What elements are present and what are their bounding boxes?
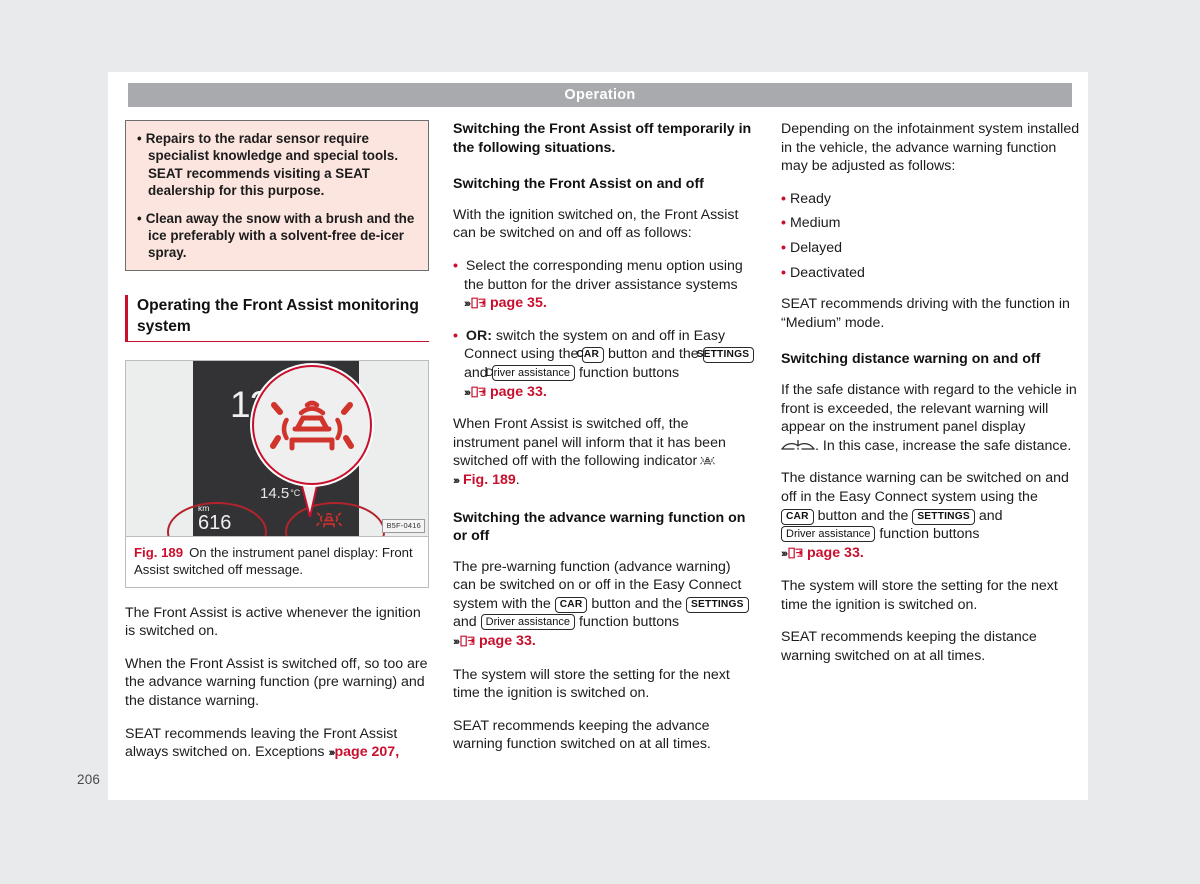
reference-arrows-icon: ››› bbox=[453, 636, 460, 649]
subheading-advance-warning: Switching the advance warning function o… bbox=[453, 509, 746, 545]
section-heading-block: Operating the Front Assist monitoring sy… bbox=[125, 294, 429, 342]
callout-bubble bbox=[252, 364, 372, 485]
option-item: Deactivated bbox=[781, 264, 1085, 283]
subheading-distance-warning: Switching distance warning on and off bbox=[781, 351, 1041, 368]
paragraph-text: button and the bbox=[591, 595, 683, 612]
manual-book-icon bbox=[460, 635, 475, 647]
paragraph-text: button and the bbox=[817, 507, 909, 524]
paragraph-text: function buttons bbox=[578, 614, 680, 631]
gauge-arc-left bbox=[167, 501, 267, 536]
paragraph-text: and bbox=[978, 507, 1003, 524]
front-assist-icon bbox=[270, 400, 354, 451]
page-reference: ››› page 35. bbox=[464, 295, 547, 311]
paragraph: Depending on the infotainment system ins… bbox=[781, 121, 1080, 175]
paragraph-text: If the safe distance with regard to the … bbox=[781, 381, 1077, 436]
three-column-body: Repairs to the radar sensor require spec… bbox=[125, 120, 1085, 777]
bullet-emphasis: OR: bbox=[465, 327, 492, 344]
bullet-text: function buttons bbox=[578, 364, 680, 381]
driver-assistance-button-chip[interactable]: Driver assistance bbox=[486, 364, 575, 381]
paragraph-with-reference: When Front Assist is switched off, the i… bbox=[453, 415, 757, 490]
reference-target[interactable]: page 33. bbox=[479, 633, 536, 649]
figure-189: 120 14.5°C km 616 bbox=[125, 359, 429, 588]
paragraph: With the ignition switched on, the Front… bbox=[453, 206, 739, 242]
settings-button-chip[interactable]: SETTINGS bbox=[686, 596, 749, 613]
car-button-chip[interactable]: CAR bbox=[781, 508, 814, 525]
option-item: Delayed bbox=[781, 239, 1085, 258]
distance-warning-icon bbox=[781, 439, 815, 450]
car-button-chip[interactable]: CAR bbox=[554, 596, 588, 613]
paragraph-text: and bbox=[453, 614, 477, 631]
manual-book-icon bbox=[471, 386, 486, 397]
paragraph: SEAT recommends keeping the distance war… bbox=[781, 629, 1037, 665]
paragraph: SEAT recommends keeping the advance warn… bbox=[453, 717, 711, 753]
reference-arrows-icon: ››› bbox=[464, 386, 471, 399]
reference-arrows-icon: ››› bbox=[464, 298, 471, 311]
reference-arrows-icon: ››› bbox=[328, 747, 335, 760]
reference-target[interactable]: page 35. bbox=[490, 295, 547, 311]
running-header: Operation bbox=[128, 83, 1072, 107]
figure-image: 120 14.5°C km 616 bbox=[126, 360, 428, 536]
paragraph: The Front Assist is active whenever the … bbox=[125, 604, 421, 640]
front-assist-off-indicator-icon bbox=[700, 457, 715, 466]
driver-assistance-button-chip[interactable]: Driver assistance bbox=[480, 614, 575, 631]
reference-target[interactable]: page 33. bbox=[807, 545, 864, 561]
manual-book-icon bbox=[788, 547, 803, 559]
option-item: Ready bbox=[781, 190, 1085, 209]
paragraph: The system will store the setting for th… bbox=[781, 578, 1058, 613]
driver-assistance-button-chip[interactable]: Driver assistance bbox=[781, 526, 876, 543]
page-reference: ››› page 33. bbox=[464, 384, 547, 400]
paragraph-with-glyph: If the safe distance with regard to the … bbox=[781, 381, 1085, 455]
settings-button-chip[interactable]: SETTINGS bbox=[912, 508, 975, 525]
bullet-item: OR: switch the system on and off in Easy… bbox=[453, 327, 757, 402]
page-reference: ›››page 207, bbox=[328, 744, 399, 760]
reference-arrows-icon: ››› bbox=[781, 547, 788, 560]
column-middle: Switching the Front Assist off temporari… bbox=[453, 120, 757, 777]
subheading-switching-front-assist: Switching the Front Assist on and off bbox=[453, 176, 704, 193]
running-header-title: Operation bbox=[564, 87, 636, 103]
page-number: 206 bbox=[77, 772, 101, 787]
paragraph: The system will store the setting for th… bbox=[453, 666, 730, 702]
page-reference: ››› page 33. bbox=[453, 633, 536, 649]
paragraph: SEAT recommends driving with the functio… bbox=[781, 296, 1070, 331]
paragraph-text: When Front Assist is switched off, the i… bbox=[453, 416, 726, 470]
bullet-item: Select the corresponding menu option usi… bbox=[453, 257, 757, 314]
manual-book-icon bbox=[471, 297, 486, 309]
paragraph-text: . In this case, increase the safe distan… bbox=[815, 437, 1072, 454]
figure-reference: ››› Fig. 189. bbox=[453, 471, 520, 488]
paragraph-with-chips: The pre-warning function (advance warnin… bbox=[453, 558, 757, 652]
figure-image-code: B5F-0416 bbox=[382, 518, 425, 533]
section-heading: Operating the Front Assist monitoring sy… bbox=[137, 296, 419, 335]
reference-arrows-icon: ››› bbox=[453, 474, 460, 487]
notice-box: Repairs to the radar sensor require spec… bbox=[125, 120, 429, 271]
temperature-value: 14.5 bbox=[260, 484, 290, 502]
reference-target[interactable]: Fig. 189 bbox=[463, 472, 516, 488]
reference-target[interactable]: page 33. bbox=[490, 384, 547, 400]
paragraph-with-chips: The distance warning can be switched on … bbox=[781, 469, 1085, 563]
option-item: Medium bbox=[781, 214, 1085, 233]
figure-caption: Fig. 189 On the instrument panel display:… bbox=[126, 535, 428, 587]
column-left: Repairs to the radar sensor require spec… bbox=[125, 120, 429, 777]
paragraph-with-reference: SEAT recommends leaving the Front Assist… bbox=[125, 725, 429, 763]
page-reference: ››› page 33. bbox=[781, 545, 864, 561]
bullet-text: and bbox=[464, 364, 488, 381]
reference-target[interactable]: page 207, bbox=[334, 744, 399, 760]
lead-paragraph: Switching the Front Assist off temporari… bbox=[453, 121, 752, 156]
column-right: Depending on the infotainment system ins… bbox=[781, 120, 1085, 777]
paragraph: When the Front Assist is switched off, s… bbox=[125, 655, 428, 710]
figure-label: Fig. 189 bbox=[134, 544, 184, 560]
car-button-chip[interactable]: CAR bbox=[576, 347, 604, 364]
paragraph-text: function buttons bbox=[879, 526, 980, 543]
paragraph-text: The distance warning can be switched on … bbox=[781, 470, 1069, 505]
notice-item: Repairs to the radar sensor require spec… bbox=[137, 130, 417, 200]
bullet-text: button and the bbox=[607, 346, 699, 363]
bullet-text: Select the corresponding menu option usi… bbox=[464, 257, 743, 293]
document-page: Operation Repairs to the radar sensor re… bbox=[108, 72, 1088, 800]
settings-button-chip[interactable]: SETTINGS bbox=[697, 347, 755, 364]
notice-item: Clean away the snow with a brush and the… bbox=[137, 210, 417, 262]
